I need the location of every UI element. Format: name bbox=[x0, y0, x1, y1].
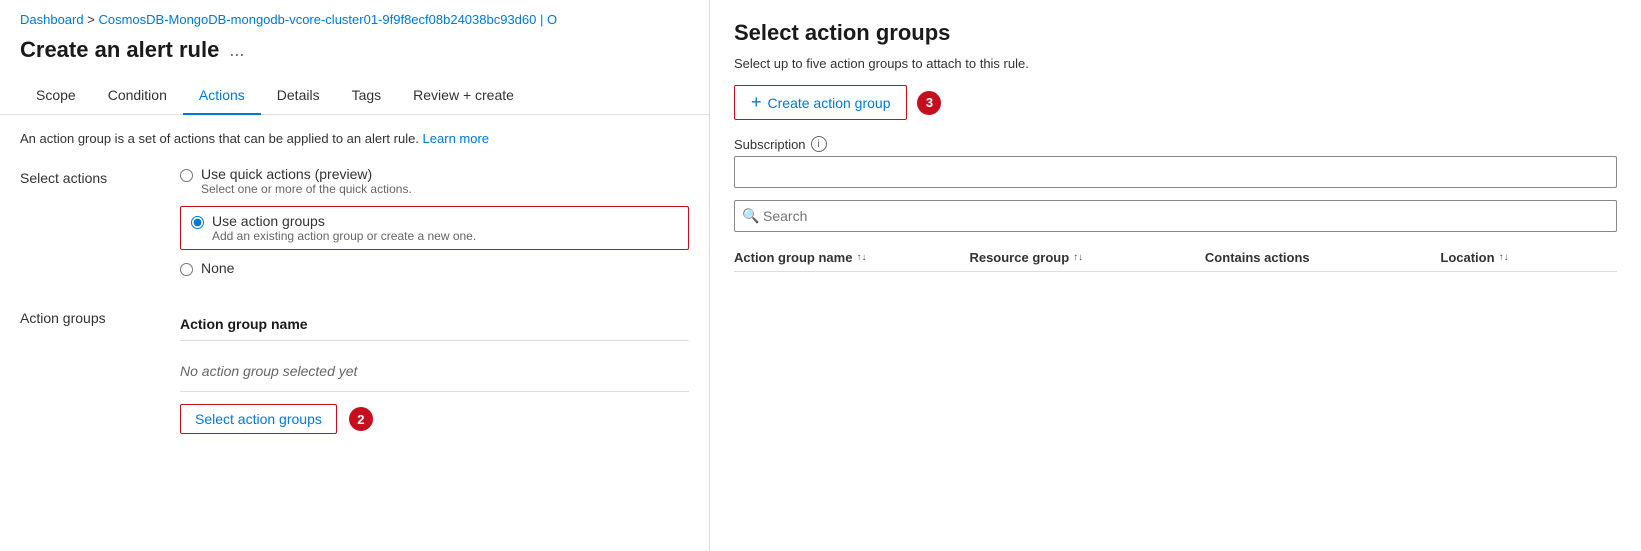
radio-option-none[interactable]: None bbox=[180, 260, 689, 276]
col-action-group-sort-icon[interactable]: ↑↓ bbox=[856, 252, 866, 263]
table-header: Action group name ↑↓ Resource group ↑↓ C… bbox=[734, 244, 1617, 272]
tab-details[interactable]: Details bbox=[261, 77, 336, 115]
tab-tags[interactable]: Tags bbox=[336, 77, 398, 115]
content-area: An action group is a set of actions that… bbox=[0, 115, 709, 551]
radio-quick-labels: Use quick actions (preview) Select one o… bbox=[201, 166, 412, 196]
col-action-group-name-label: Action group name bbox=[734, 250, 852, 265]
col-location[interactable]: Location ↑↓ bbox=[1440, 250, 1617, 265]
search-input[interactable] bbox=[734, 200, 1617, 232]
page-title: Create an alert rule ... bbox=[0, 33, 709, 77]
select-actions-label: Select actions bbox=[20, 166, 180, 286]
table-body bbox=[734, 272, 1617, 531]
tab-actions[interactable]: Actions bbox=[183, 77, 261, 115]
breadcrumb-dashboard[interactable]: Dashboard bbox=[20, 12, 84, 27]
action-groups-row: Action groups Action group name No actio… bbox=[20, 306, 689, 434]
col-location-label: Location bbox=[1440, 250, 1494, 265]
create-action-group-label: Create action group bbox=[768, 95, 891, 111]
search-icon: 🔍 bbox=[742, 208, 759, 225]
select-action-groups-button[interactable]: Select action groups bbox=[180, 404, 337, 434]
panel-title: Select action groups bbox=[734, 20, 1617, 46]
radio-quick-label[interactable]: Use quick actions (preview) bbox=[201, 166, 412, 182]
search-wrapper: 🔍 bbox=[734, 200, 1617, 232]
col-resource-group-sort-icon[interactable]: ↑↓ bbox=[1073, 252, 1083, 263]
select-actions-controls: Use quick actions (preview) Select one o… bbox=[180, 166, 689, 286]
info-text: An action group is a set of actions that… bbox=[20, 131, 689, 146]
select-btn-wrapper: Select action groups 2 bbox=[180, 404, 689, 434]
radio-groups-sublabel: Add an existing action group or create a… bbox=[212, 229, 476, 243]
radio-none-labels: None bbox=[201, 260, 234, 276]
radio-quick-sublabel: Select one or more of the quick actions. bbox=[201, 182, 412, 196]
panel-description: Select up to five action groups to attac… bbox=[734, 56, 1617, 71]
radio-none-label[interactable]: None bbox=[201, 260, 234, 276]
page-title-text: Create an alert rule bbox=[20, 37, 219, 63]
subscription-label: Subscription i bbox=[734, 136, 1617, 152]
radio-groups[interactable] bbox=[191, 216, 204, 229]
learn-more-link[interactable]: Learn more bbox=[423, 131, 489, 146]
breadcrumb-resource[interactable]: CosmosDB-MongoDB-mongodb-vcore-cluster01… bbox=[98, 12, 557, 27]
page-title-ellipsis[interactable]: ... bbox=[229, 40, 244, 61]
col-contains-actions: Contains actions bbox=[1205, 250, 1440, 265]
tab-condition[interactable]: Condition bbox=[92, 77, 183, 115]
select-actions-row: Select actions Use quick actions (previe… bbox=[20, 166, 689, 286]
tab-review-create[interactable]: Review + create bbox=[397, 77, 530, 115]
radio-quick[interactable] bbox=[180, 169, 193, 182]
col-resource-group-label: Resource group bbox=[969, 250, 1069, 265]
right-panel: Select action groups Select up to five a… bbox=[710, 0, 1641, 551]
subscription-input[interactable] bbox=[734, 156, 1617, 188]
plus-icon: + bbox=[751, 92, 762, 113]
col-resource-group[interactable]: Resource group ↑↓ bbox=[969, 250, 1204, 265]
learn-more-text: Learn more bbox=[423, 131, 489, 146]
subscription-info-icon[interactable]: i bbox=[811, 136, 827, 152]
radio-groups-labels: Use action groups Add an existing action… bbox=[212, 213, 476, 243]
action-groups-controls: Action group name No action group select… bbox=[180, 316, 689, 434]
subscription-label-text: Subscription bbox=[734, 137, 806, 152]
col-contains-actions-label: Contains actions bbox=[1205, 250, 1310, 265]
radio-groups-label[interactable]: Use action groups bbox=[212, 213, 476, 229]
badge-3: 3 bbox=[917, 91, 941, 115]
info-text-main: An action group is a set of actions that… bbox=[20, 131, 419, 146]
breadcrumb-separator: > bbox=[87, 12, 98, 27]
tab-scope[interactable]: Scope bbox=[20, 77, 92, 115]
create-action-group-button[interactable]: + Create action group bbox=[734, 85, 907, 120]
left-panel: Dashboard > CosmosDB-MongoDB-mongodb-vco… bbox=[0, 0, 710, 551]
col-location-sort-icon[interactable]: ↑↓ bbox=[1499, 252, 1509, 263]
no-group-text: No action group selected yet bbox=[180, 351, 689, 392]
radio-option-quick[interactable]: Use quick actions (preview) Select one o… bbox=[180, 166, 689, 196]
action-groups-label: Action groups bbox=[20, 306, 180, 434]
radio-option-groups[interactable]: Use action groups Add an existing action… bbox=[180, 206, 689, 250]
action-group-name-header: Action group name bbox=[180, 316, 689, 341]
breadcrumb: Dashboard > CosmosDB-MongoDB-mongodb-vco… bbox=[0, 0, 709, 33]
tab-bar: Scope Condition Actions Details Tags Rev… bbox=[0, 77, 709, 115]
create-group-btn-wrapper: + Create action group 3 bbox=[734, 85, 1617, 120]
badge-2: 2 bbox=[349, 407, 373, 431]
radio-none[interactable] bbox=[180, 263, 193, 276]
col-action-group-name[interactable]: Action group name ↑↓ bbox=[734, 250, 969, 265]
